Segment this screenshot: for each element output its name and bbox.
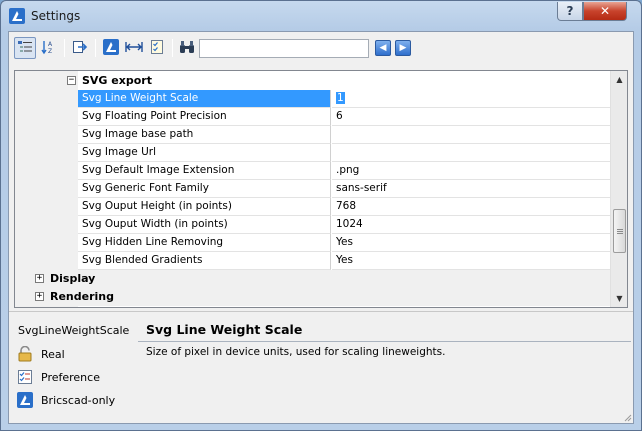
help-button[interactable]: ? (557, 2, 583, 21)
scroll-down-arrow-icon[interactable]: ▼ (611, 290, 627, 307)
find-previous-button[interactable]: ◀ (375, 40, 391, 56)
variable-name: SvgLineWeightScale (18, 324, 130, 337)
scroll-up-arrow-icon[interactable]: ▲ (611, 71, 627, 88)
property-row[interactable]: Svg Generic Font Family sans-serif (15, 180, 610, 198)
export-icon (72, 39, 88, 58)
title-bar[interactable]: Settings ? ✕ (1, 1, 641, 31)
property-name: Svg Blended Gradients (78, 252, 331, 270)
bricscad-logo-icon (17, 392, 33, 408)
property-row[interactable]: Svg Image base path (15, 126, 610, 144)
property-grid: − SVG export Svg Line Weight Scale 1 Svg… (14, 70, 628, 308)
property-row[interactable]: Svg Blended Gradients Yes (15, 252, 610, 270)
category-row-svg-export[interactable]: − SVG export (15, 72, 610, 90)
toolbar-separator (172, 39, 173, 57)
categorized-list-icon (17, 39, 33, 58)
toolbar-separator (64, 39, 65, 57)
categorized-view-button[interactable] (14, 37, 36, 59)
search-input[interactable] (199, 39, 369, 58)
bricscad-logo-icon (103, 38, 119, 58)
find-button[interactable] (176, 37, 198, 59)
property-row[interactable]: Svg Ouput Height (in points) 768 (15, 198, 610, 216)
alphabetical-view-button[interactable]: A Z (38, 37, 60, 59)
category-row-display[interactable]: + Display (15, 270, 610, 288)
settings-window: Settings ? ✕ A Z ◀ ▶ − SVG export Svg Li… (0, 0, 642, 431)
property-name: Svg Hidden Line Removing (78, 234, 331, 252)
category-label: SVG export (82, 74, 152, 87)
toolbar-separator (95, 39, 96, 57)
property-row[interactable]: Svg Image Url (15, 144, 610, 162)
property-name: Svg Ouput Height (in points) (78, 198, 331, 216)
sort-az-icon: A Z (41, 39, 57, 58)
property-row[interactable]: Svg Hidden Line Removing Yes (15, 234, 610, 252)
checklist-icon (149, 39, 165, 58)
svg-text:A: A (48, 41, 53, 48)
property-value[interactable] (332, 126, 610, 144)
window-title: Settings (31, 9, 81, 23)
attribute-preference: Preference (17, 368, 100, 386)
property-name: Svg Generic Font Family (78, 180, 331, 198)
dimension-filter-button[interactable] (123, 37, 145, 59)
property-row[interactable]: Svg Line Weight Scale 1 (15, 90, 610, 108)
close-button[interactable]: ✕ (583, 2, 627, 21)
property-value[interactable]: sans-serif (332, 180, 610, 198)
category-row-rendering[interactable]: + Rendering (15, 288, 610, 306)
property-value[interactable]: Yes (332, 252, 610, 270)
expand-toggle[interactable]: + (35, 274, 44, 283)
property-name: Svg Ouput Width (in points) (78, 216, 331, 234)
property-name: Svg Floating Point Precision (78, 108, 331, 126)
attribute-bricscad-only: Bricscad-only (17, 391, 115, 409)
attribute-label: Bricscad-only (41, 393, 116, 407)
scroll-thumb[interactable] (613, 209, 626, 253)
property-name: Svg Line Weight Scale (78, 90, 331, 108)
property-row[interactable]: Svg Ouput Width (in points) 1024 (15, 216, 610, 234)
binoculars-icon (179, 39, 195, 58)
preference-checklist-icon (17, 369, 33, 385)
category-label: Rendering (50, 290, 114, 303)
attribute-label: Real (41, 347, 65, 361)
property-value[interactable]: 1 (336, 92, 345, 104)
svg-text:Z: Z (48, 48, 52, 55)
find-next-button[interactable]: ▶ (395, 40, 411, 56)
settings-client-area: A Z ◀ ▶ − SVG export Svg Line Weight Sca… (8, 31, 634, 424)
attribute-label: Preference (41, 370, 100, 384)
property-row[interactable]: Svg Default Image Extension .png (15, 162, 610, 180)
description-title: Svg Line Weight Scale (146, 322, 303, 337)
panel-splitter[interactable] (9, 311, 633, 313)
description-text: Size of pixel in device units, used for … (146, 346, 446, 358)
property-name: Svg Image Url (78, 144, 331, 162)
resize-grip-icon[interactable] (622, 412, 632, 422)
lock-icon (17, 345, 33, 362)
bricscad-filter-button[interactable] (100, 37, 122, 59)
vertical-scrollbar[interactable]: ▲ ▼ (610, 71, 627, 307)
property-row[interactable]: Svg Floating Point Precision 6 (15, 108, 610, 126)
property-value-editor[interactable]: 1 (332, 90, 610, 108)
property-name: Svg Image base path (78, 126, 331, 144)
property-value[interactable]: 768 (332, 198, 610, 216)
description-divider (138, 341, 631, 342)
property-value[interactable]: Yes (332, 234, 610, 252)
checklist-filter-button[interactable] (146, 37, 168, 59)
category-label: Display (50, 272, 96, 285)
toolbar: A Z ◀ ▶ (9, 32, 633, 66)
property-value[interactable] (332, 144, 610, 162)
dimension-arrows-icon (125, 39, 143, 58)
property-name: Svg Default Image Extension (78, 162, 331, 180)
export-button[interactable] (69, 37, 91, 59)
property-value[interactable]: .png (332, 162, 610, 180)
bricscad-logo-icon (9, 8, 25, 24)
expand-toggle[interactable]: + (35, 292, 44, 301)
property-value[interactable]: 1024 (332, 216, 610, 234)
collapse-toggle[interactable]: − (67, 76, 76, 85)
attribute-real: Real (17, 345, 65, 363)
property-value[interactable]: 6 (332, 108, 610, 126)
